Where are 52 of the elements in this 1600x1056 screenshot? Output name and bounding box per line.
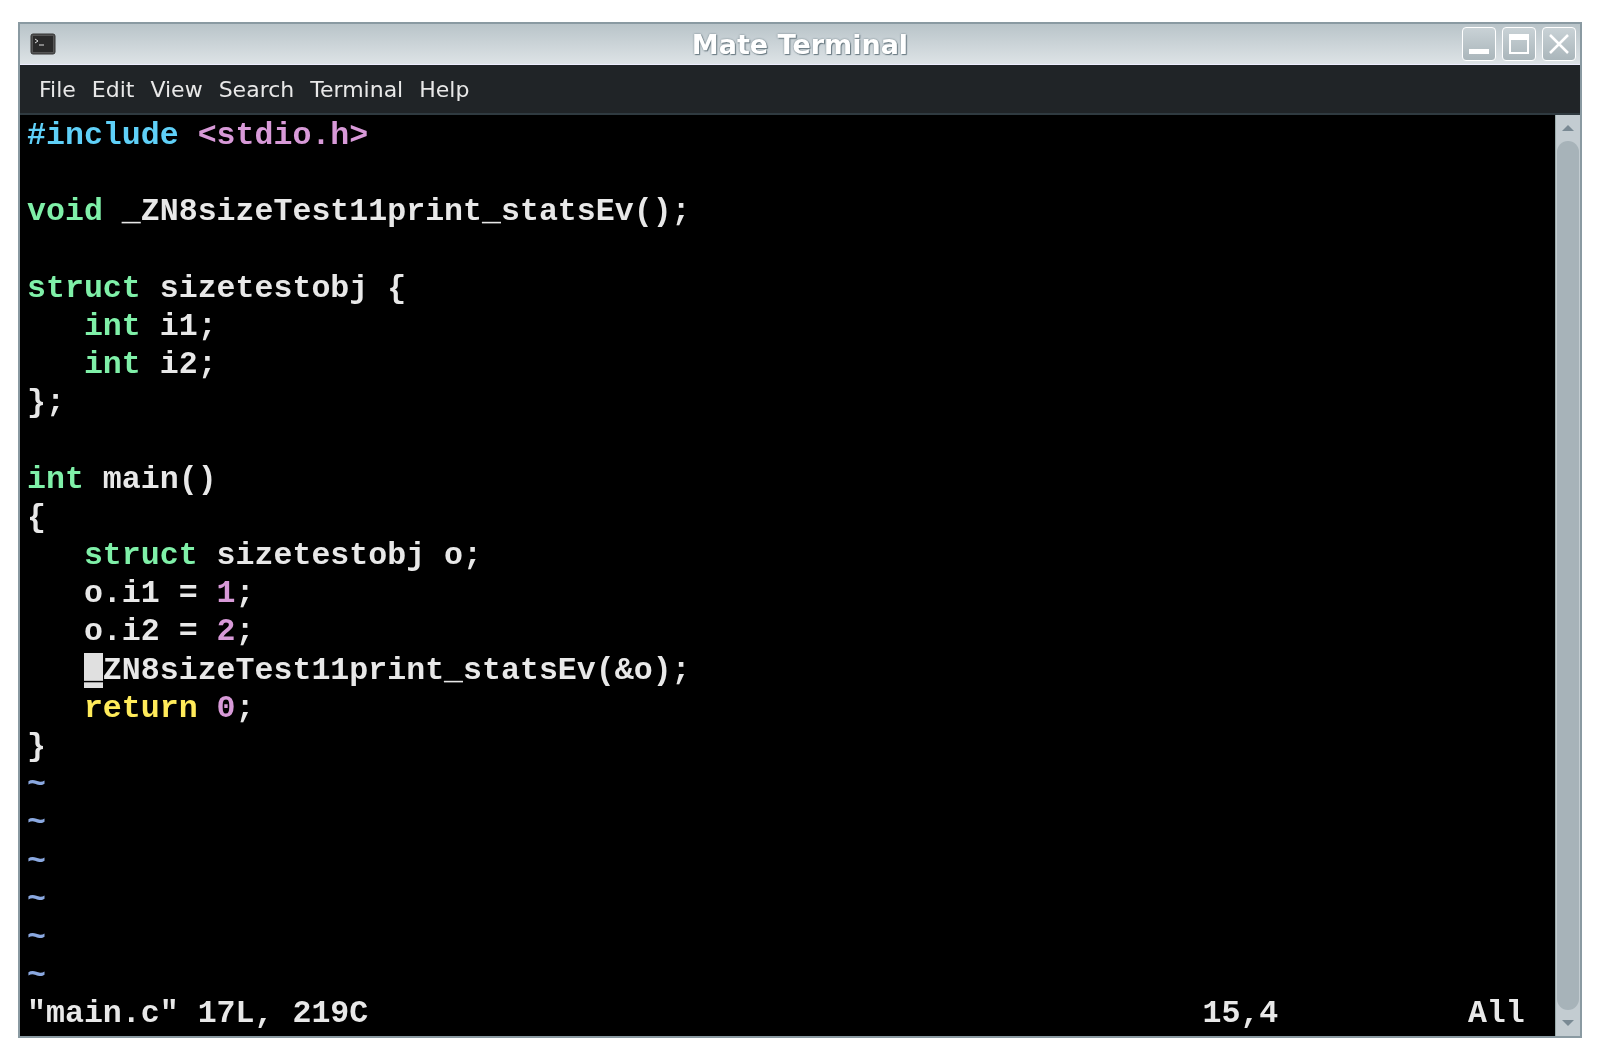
code-text: o.i1 = — [83, 576, 198, 612]
menu-item[interactable]: View — [143, 72, 210, 106]
return-keyword: return — [83, 690, 198, 726]
empty-line-marker: ~ — [27, 767, 46, 803]
maximize-icon — [1509, 34, 1529, 54]
minimize-icon — [1469, 49, 1489, 54]
menu-item[interactable]: Edit — [84, 72, 142, 106]
scroll-indicator: All — [1467, 995, 1525, 1034]
file-info: "main.c" 17L, 219C — [27, 995, 370, 1034]
code-text: sizetestobj { — [158, 270, 407, 306]
type-keyword: struct — [83, 538, 198, 574]
code-text: i2; — [158, 347, 217, 383]
type-keyword: int — [83, 308, 141, 344]
type-keyword: void — [27, 194, 103, 230]
code-text: } — [27, 729, 46, 764]
include-path: <stdio.h> — [196, 118, 369, 153]
code-text: main() — [101, 461, 217, 497]
code-text: sizetestobj o; — [215, 538, 483, 574]
scrollbar[interactable] — [1555, 115, 1580, 1036]
cursor-position: 15,4 — [1202, 995, 1280, 1034]
maximize-button[interactable] — [1502, 27, 1536, 61]
code-text: o.i2 = — [83, 614, 198, 650]
empty-line-marker: ~ — [27, 919, 46, 955]
type-keyword: int — [27, 461, 84, 497]
close-button[interactable] — [1542, 27, 1576, 61]
text-cursor: _ — [83, 652, 103, 688]
menu-item[interactable]: File — [32, 72, 83, 106]
menu-item[interactable]: Terminal — [303, 72, 411, 106]
code-text: { — [27, 499, 46, 535]
code-text: ; — [235, 690, 255, 726]
code-text: _ZN8sizeTest11print_statsEv(); — [120, 194, 691, 230]
number-literal: 1 — [215, 576, 236, 612]
type-keyword: int — [83, 347, 141, 383]
code-text: ; — [235, 614, 255, 650]
terminal-icon[interactable] — [30, 33, 56, 55]
empty-line-marker: ~ — [27, 843, 46, 879]
code-text: }; — [27, 385, 65, 421]
preprocessor-directive: #include — [27, 118, 179, 153]
menu-item[interactable]: Help — [412, 72, 477, 106]
number-literal: 2 — [215, 614, 236, 650]
empty-line-marker: ~ — [27, 805, 46, 841]
close-icon — [1549, 34, 1569, 54]
code-text: i1; — [158, 308, 217, 344]
code-text: ; — [235, 576, 255, 612]
number-literal: 0 — [215, 690, 236, 726]
window-title: Mate Terminal — [691, 28, 909, 60]
scrollbar-thumb[interactable] — [1557, 141, 1579, 1010]
menu-item[interactable]: Search — [211, 72, 302, 106]
minimize-button[interactable] — [1462, 27, 1496, 61]
empty-line-marker: ~ — [27, 881, 46, 917]
type-keyword: struct — [27, 270, 141, 306]
empty-line-marker: ~ — [27, 958, 46, 994]
